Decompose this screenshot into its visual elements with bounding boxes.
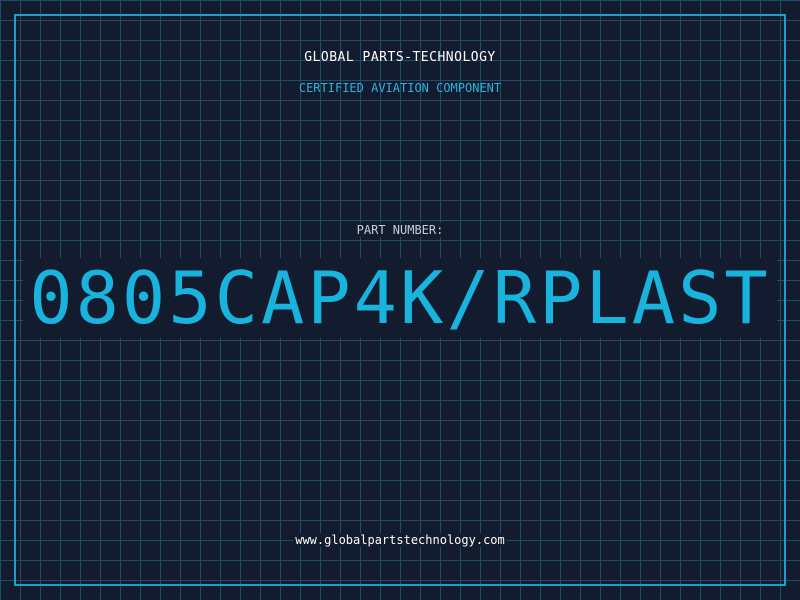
part-number-container: 0805CAP4K/RPLAST xyxy=(0,258,800,338)
part-number-value: 0805CAP4K/RPLAST xyxy=(23,258,777,338)
company-name: GLOBAL PARTS-TECHNOLOGY xyxy=(304,50,496,65)
part-label-container: PART NUMBER: xyxy=(0,221,800,239)
website-url: www.globalpartstechnology.com xyxy=(293,533,507,547)
certificate-page: GLOBAL PARTS-TECHNOLOGY CERTIFIED AVIATI… xyxy=(0,0,800,600)
tagline: CERTIFIED AVIATION COMPONENT xyxy=(298,81,502,95)
website-container: www.globalpartstechnology.com xyxy=(0,531,800,549)
part-number-label: PART NUMBER: xyxy=(354,223,446,237)
